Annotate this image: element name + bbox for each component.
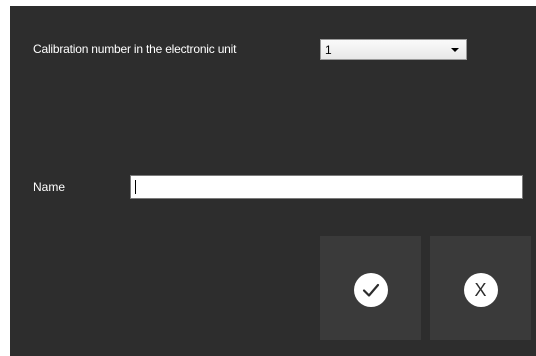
calibration-number-label: Calibration number in the electronic uni…	[33, 42, 237, 56]
text-cursor	[135, 180, 136, 194]
name-label: Name	[33, 180, 66, 194]
close-icon: X	[474, 280, 487, 300]
checkmark-icon	[362, 283, 379, 297]
cancel-button[interactable]: X	[430, 236, 531, 340]
name-input[interactable]	[130, 175, 523, 199]
calibration-number-dropdown[interactable]: 1	[320, 39, 467, 60]
calibration-dialog: Calibration number in the electronic uni…	[10, 6, 536, 356]
confirm-button[interactable]	[320, 236, 421, 340]
cancel-circle: X	[463, 273, 498, 307]
confirm-circle	[353, 273, 388, 307]
calibration-number-value: 1	[325, 43, 332, 57]
dropdown-arrow-icon	[451, 48, 459, 52]
